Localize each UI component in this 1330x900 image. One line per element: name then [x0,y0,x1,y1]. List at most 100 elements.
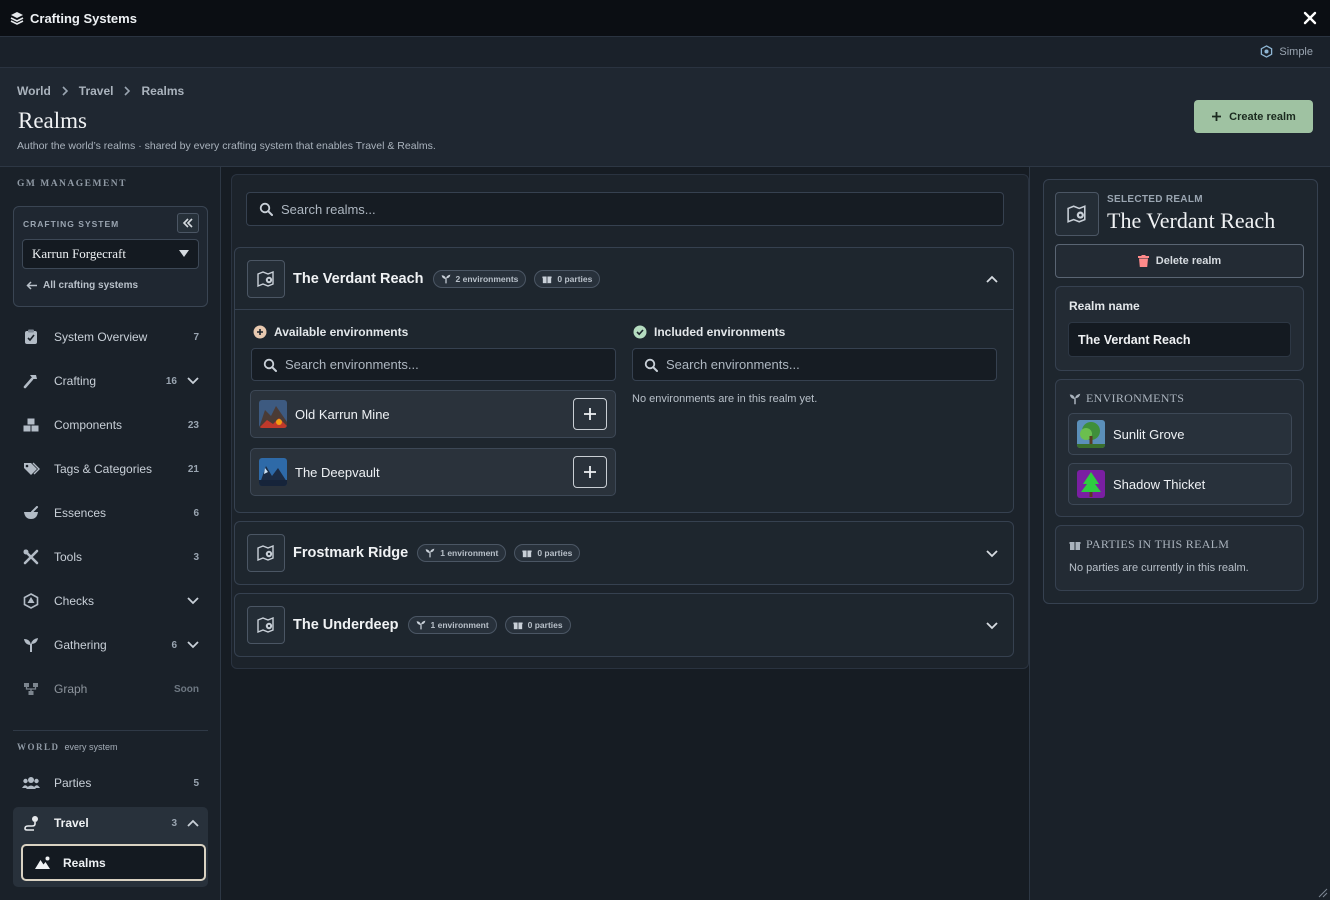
selected-realm-name: The Verdant Reach [1107,208,1276,233]
search-realms-input[interactable]: Search realms... [246,192,1004,226]
check-circle-icon [633,325,647,339]
environments-section: ENVIRONMENTS Sunlit Grove Shadow Thicket [1055,379,1304,517]
mode-toggle[interactable]: Simple [1260,45,1313,58]
chevron-up-icon [187,819,199,827]
sidebar-divider [13,730,208,731]
sidebar-item-parties[interactable]: Parties 5 [13,765,208,801]
realm-name-section: Realm name The Verdant Reach [1055,286,1304,371]
sidebar-item-count: 6 [193,507,199,519]
sidebar-item-count: 3 [193,551,199,563]
page-header: World Travel Realms Realms Author the wo… [0,68,1330,167]
resize-handle-icon[interactable] [1318,888,1328,898]
realm-header[interactable]: The Underdeep 1 environment 0 parties [235,594,1013,656]
sidebar-item-count: 3 [171,817,177,829]
tools-icon [22,548,40,566]
gift-icon [1069,539,1081,551]
sidebar-item-count: 16 [165,375,177,387]
breadcrumb-world[interactable]: World [17,84,51,98]
chevron-down-icon [187,597,199,605]
sidebar-item-crafting[interactable]: Crafting 16 [13,363,208,399]
chevron-down-icon[interactable] [985,618,999,632]
sidebar-item-label: Checks [54,594,95,608]
search-icon [259,202,273,216]
empty-included-message: No environments are in this realm yet. [632,393,818,405]
parties-badge: 0 parties [514,544,581,562]
collapse-sidebar-button[interactable] [177,213,199,233]
sidebar-item-tools[interactable]: Tools 3 [13,539,208,575]
hammer-icon [22,372,40,390]
parties-badge: 0 parties [534,269,601,288]
realm-header[interactable]: The Verdant Reach 2 environments 0 parti… [235,248,1013,310]
sidebar-item-label: Graph [54,682,88,696]
delete-realm-label: Delete realm [1155,255,1222,267]
environment-name: Old Karrun Mine [295,406,390,422]
delete-realm-button[interactable]: Delete realm [1055,244,1304,278]
crafting-system-box: CRAFTING SYSTEM Karrun Forgecraft All cr… [13,206,208,307]
realm-card-frostmark-ridge: Frostmark Ridge 1 environment 0 parties [234,521,1014,585]
sidebar-item-graph: Graph Soon [13,671,208,707]
sidebar-item-travel[interactable]: Travel 3 [13,805,208,841]
seedling-icon [1069,393,1081,405]
sidebar-item-checks[interactable]: Checks [13,583,208,619]
plus-icon [584,408,596,420]
sidebar-item-label: Gathering [54,638,107,652]
world-subheader: every system [64,742,118,752]
crafting-system-label: CRAFTING SYSTEM [23,219,120,229]
realm-name: The Underdeep [293,617,399,633]
chevron-right-icon [123,85,131,97]
title-bar: Crafting Systems [0,0,1330,37]
mode-bar: Simple [0,37,1330,68]
cubes-icon [22,416,40,434]
create-realm-button[interactable]: Create realm [1194,100,1313,133]
parties-count: 0 parties [557,273,593,284]
add-environment-button[interactable] [573,456,607,488]
included-environments-label: Included environments [654,325,786,339]
map-marker-icon [247,606,285,644]
environment-row-the-deepvault: The Deepvault [250,448,616,496]
search-available-environments-input[interactable]: Search environments... [251,348,616,381]
sidebar-item-label: Tools [54,550,83,564]
users-icon [22,774,40,792]
add-environment-button[interactable] [573,398,607,430]
breadcrumb-travel[interactable]: Travel [79,84,114,98]
double-chevron-left-icon [182,218,193,228]
sidebar-subitem-realms[interactable]: Realms [21,844,206,881]
environment-name: The Deepvault [295,464,380,480]
seedling-icon [22,636,40,654]
parties-header: PARTIES IN THIS REALM [1069,537,1229,552]
sidebar-item-essences[interactable]: Essences 6 [13,495,208,531]
sidebar-item-tags-categories[interactable]: Tags & Categories 21 [13,451,208,487]
route-icon [22,814,40,832]
realm-name-input[interactable]: The Verdant Reach [1068,322,1291,357]
sidebar-item-count: 23 [187,419,199,431]
plus-icon [1211,111,1222,122]
realm-header[interactable]: Frostmark Ridge 1 environment 0 parties [235,522,1013,584]
environments-badge: 1 environment [417,544,507,562]
environment-chip-shadow-thicket[interactable]: Shadow Thicket [1068,463,1292,505]
sidebar-item-count: 6 [171,639,177,651]
gift-icon [513,620,523,630]
graph-icon [22,680,40,698]
sidebar-item-count: 21 [187,463,199,475]
environment-name: Shadow Thicket [1113,476,1206,492]
breadcrumb: World Travel Realms [17,84,184,98]
plus-icon [584,466,596,478]
chevron-up-icon[interactable] [985,272,999,286]
search-included-environments-input[interactable]: Search environments... [632,348,997,381]
clipboard-icon [22,328,40,346]
environment-chip-sunlit-grove[interactable]: Sunlit Grove [1068,413,1292,455]
sidebar-item-gathering[interactable]: Gathering 6 [13,627,208,663]
sidebar-item-components[interactable]: Components 23 [13,407,208,443]
environments-count: 2 environments [455,273,519,284]
search-icon [644,358,658,372]
search-placeholder: Search environments... [285,357,419,372]
crafting-system-select[interactable]: Karrun Forgecraft [22,239,199,269]
sidebar-item-count: 5 [193,777,199,789]
environments-header: ENVIRONMENTS [1069,391,1184,406]
sidebar-item-system-overview[interactable]: System Overview 7 [13,319,208,355]
tags-icon [22,460,40,478]
chevron-down-icon[interactable] [985,546,999,560]
close-icon[interactable] [1302,10,1318,26]
environments-badge: 1 environment [407,616,497,634]
all-crafting-systems-link[interactable]: All crafting systems [26,280,138,291]
